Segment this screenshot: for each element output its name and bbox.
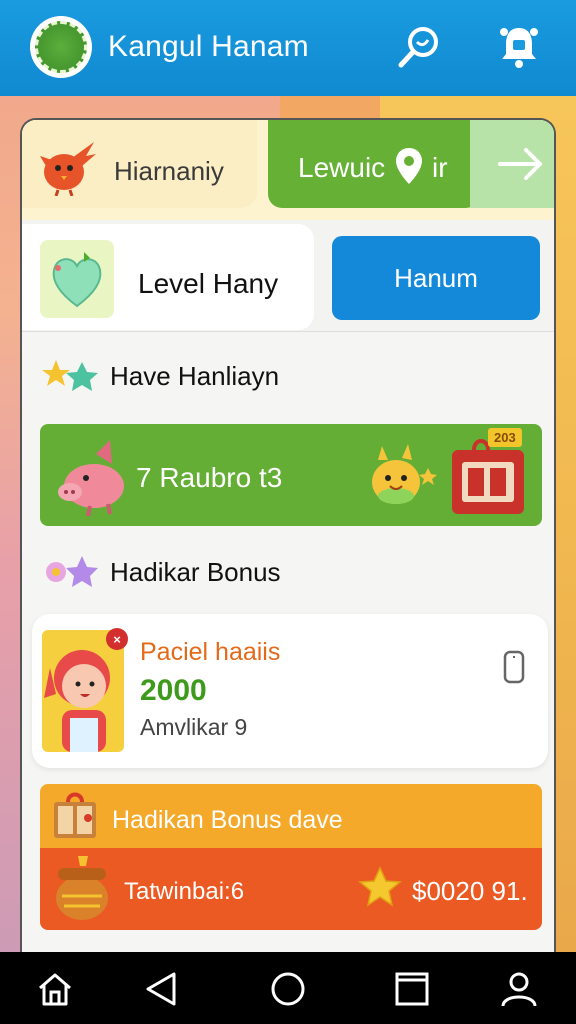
home-circle-icon[interactable] bbox=[269, 970, 307, 1008]
reward-amount: 2000 bbox=[140, 674, 207, 707]
system-nav-bar bbox=[0, 952, 576, 1024]
crate-icon bbox=[54, 792, 96, 838]
main-panel: Hiarnaniy Lewuic ir Level Hany Hanum Hav… bbox=[20, 118, 556, 952]
reward-card[interactable]: × Paciel haaiis 2000 Amvlikar 9 bbox=[32, 614, 548, 768]
reward-title: Paciel haaiis bbox=[140, 638, 281, 666]
tab-green-suffix: ir bbox=[432, 152, 448, 183]
tab-green-label: Lewuic bbox=[298, 152, 386, 183]
app-title: Kangul Hanam bbox=[108, 30, 309, 63]
star-icon bbox=[358, 866, 402, 907]
promo-label: 7 Raubro t3 bbox=[136, 462, 283, 493]
tabs-row: Hiarnaniy Lewuic ir bbox=[22, 120, 554, 220]
reward-subtitle: Amvlikar 9 bbox=[140, 714, 248, 740]
promo-badge: 203 bbox=[488, 428, 522, 447]
level-card[interactable]: Level Hany bbox=[22, 224, 314, 330]
pig-icon bbox=[58, 440, 124, 517]
arrow-right-icon bbox=[498, 148, 542, 180]
bell-icon[interactable] bbox=[494, 22, 544, 72]
section-title-have: Have Hanliayn bbox=[110, 360, 280, 391]
chick-icon bbox=[40, 142, 96, 196]
location-pin-icon bbox=[396, 148, 422, 184]
heart-tile bbox=[40, 240, 114, 318]
bonus-value: $0020 91. bbox=[412, 876, 528, 906]
search-icon[interactable] bbox=[394, 22, 444, 72]
flowers-icon bbox=[46, 556, 98, 587]
character-avatar-icon bbox=[44, 650, 110, 752]
bonus-title: Hadikan Bonus dave bbox=[112, 806, 343, 834]
home-icon[interactable] bbox=[36, 970, 74, 1008]
tab-lewuic[interactable]: Lewuic ir bbox=[268, 120, 480, 208]
section-heading-have: Have Hanliayn bbox=[40, 356, 279, 396]
tab-hiarnaniy[interactable]: Hiarnaniy bbox=[22, 120, 257, 208]
sun-creature-icon bbox=[372, 444, 437, 504]
top-app-bar: Kangul Hanam bbox=[0, 0, 576, 96]
heart-gem-icon bbox=[52, 252, 102, 308]
bonus-label: Tatwinbai:6 bbox=[124, 878, 245, 905]
promo-banner[interactable]: 7 Raubro t3 203 bbox=[40, 424, 542, 526]
back-icon[interactable] bbox=[142, 970, 180, 1008]
section-heading-bonus: Hadikar Bonus bbox=[40, 552, 281, 592]
stars-icon bbox=[42, 360, 98, 391]
recents-icon[interactable] bbox=[393, 970, 431, 1008]
bonus-row[interactable]: Tatwinbai:6 $0020 91. bbox=[40, 848, 542, 930]
hanum-button[interactable]: Hanum bbox=[332, 236, 540, 320]
section-title-bonus: Hadikar Bonus bbox=[110, 556, 281, 587]
level-row: Level Hany Hanum bbox=[22, 220, 554, 332]
close-badge-icon[interactable]: × bbox=[106, 628, 128, 650]
honey-pot-icon bbox=[56, 856, 108, 920]
bonus-header: Hadikan Bonus dave bbox=[40, 784, 542, 854]
tab-left-label: Hiarnaniy bbox=[114, 156, 224, 186]
level-label: Level Hany bbox=[138, 268, 279, 299]
phone-icon[interactable] bbox=[502, 650, 526, 684]
profile-icon[interactable] bbox=[500, 970, 538, 1008]
tab-next[interactable] bbox=[470, 120, 554, 208]
app-logo-icon[interactable] bbox=[30, 16, 92, 78]
